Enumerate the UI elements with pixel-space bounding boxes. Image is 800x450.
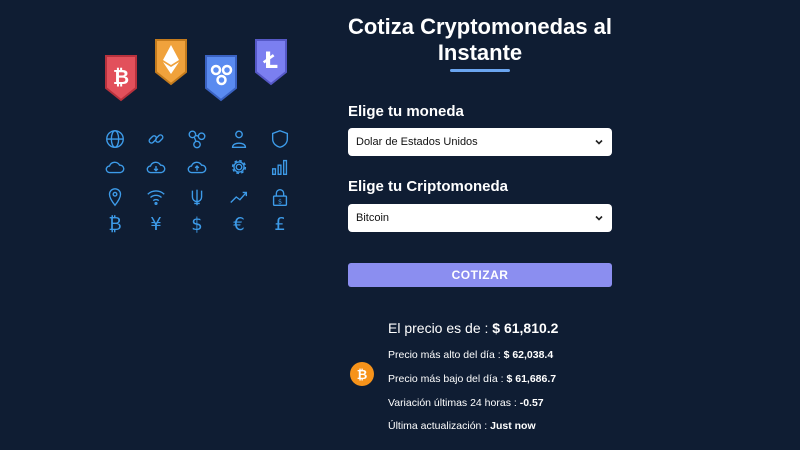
price-label: El precio es de :: [388, 320, 489, 336]
link-icon: [143, 126, 169, 152]
cotizar-button[interactable]: COTIZAR: [348, 263, 612, 287]
bitcoin-symbol-icon: ₿: [108, 214, 122, 235]
ripple-badge-icon: [205, 55, 237, 102]
cloud-download-icon: [143, 154, 169, 180]
location-pin-icon: [102, 184, 128, 210]
updated-row: Última actualización : Just now: [388, 420, 536, 432]
svg-text:₿: ₿: [357, 368, 368, 383]
lock-icon: $: [267, 184, 293, 210]
crypto-select[interactable]: Bitcoin: [348, 204, 612, 232]
bitcoin-badge-icon: ₿: [105, 55, 137, 102]
wifi-icon: [143, 184, 169, 210]
shield-icon: [267, 126, 293, 152]
page-title: Cotiza Cryptomonedas al Instante: [330, 14, 630, 66]
low-label: Precio más bajo del día :: [388, 373, 504, 385]
trend-up-icon: [226, 184, 252, 210]
high-price-row: Precio más alto del día : $ 62,038.4: [388, 349, 553, 361]
cloud-icon: [102, 154, 128, 180]
change-value: -0.57: [519, 397, 544, 409]
quote-result: ₿ El precio es de : $ 61,810.2 Precio má…: [350, 312, 630, 442]
currency-select[interactable]: Dolar de Estados Unidos: [348, 128, 612, 156]
chevron-down-icon: [595, 215, 603, 221]
svg-text:$: $: [278, 197, 282, 205]
page-title-line1: Cotiza Cryptomonedas al: [347, 14, 613, 39]
page-title-line2: Instante: [437, 40, 523, 65]
svg-text:₿: ₿: [113, 65, 129, 89]
trident-icon: [184, 184, 210, 210]
low-price-row: Precio más bajo del día : $ 61,686.7: [388, 373, 556, 385]
high-label: Precio más alto del día :: [388, 349, 501, 361]
bar-chart-icon: [267, 154, 293, 180]
low-value: $ 61,686.7: [506, 373, 557, 385]
updated-label: Última actualización :: [388, 420, 488, 432]
dollar-symbol-icon: $: [191, 214, 203, 235]
change-label: Variación últimas 24 horas :: [388, 397, 517, 409]
molecule-icon: [184, 126, 210, 152]
title-underline: [450, 69, 510, 72]
crypto-label: Elige tu Criptomoneda: [348, 178, 509, 195]
crypto-badges: ₿ Ł: [0, 0, 330, 110]
bitcoin-coin-icon: ₿: [350, 362, 374, 386]
user-icon: [226, 126, 252, 152]
svg-text:Ł: Ł: [263, 49, 278, 74]
current-price: El precio es de : $ 61,810.2: [388, 320, 558, 336]
price-value: $ 61,810.2: [492, 320, 559, 336]
globe-icon: [102, 126, 128, 152]
ethereum-badge-icon: [155, 39, 187, 86]
yen-symbol-icon: ¥: [150, 214, 162, 235]
updated-value: Just now: [490, 420, 536, 432]
high-value: $ 62,038.4: [503, 349, 554, 361]
crypto-select-value: Bitcoin: [356, 212, 390, 224]
quote-panel: Cotiza Cryptomonedas al Instante Elige t…: [330, 0, 800, 450]
gear-icon: [226, 154, 252, 180]
change-row: Variación últimas 24 horas : -0.57: [388, 397, 544, 409]
chevron-down-icon: [595, 139, 603, 145]
currency-select-value: Dolar de Estados Unidos: [356, 136, 478, 148]
litecoin-badge-icon: Ł: [255, 39, 287, 86]
cloud-upload-icon: [184, 154, 210, 180]
illustration-panel: ₿ Ł $ ₿ ¥ $ € £: [0, 0, 330, 450]
pound-symbol-icon: £: [274, 214, 286, 235]
currency-label: Elige tu moneda: [348, 103, 464, 120]
euro-symbol-icon: €: [233, 214, 245, 235]
